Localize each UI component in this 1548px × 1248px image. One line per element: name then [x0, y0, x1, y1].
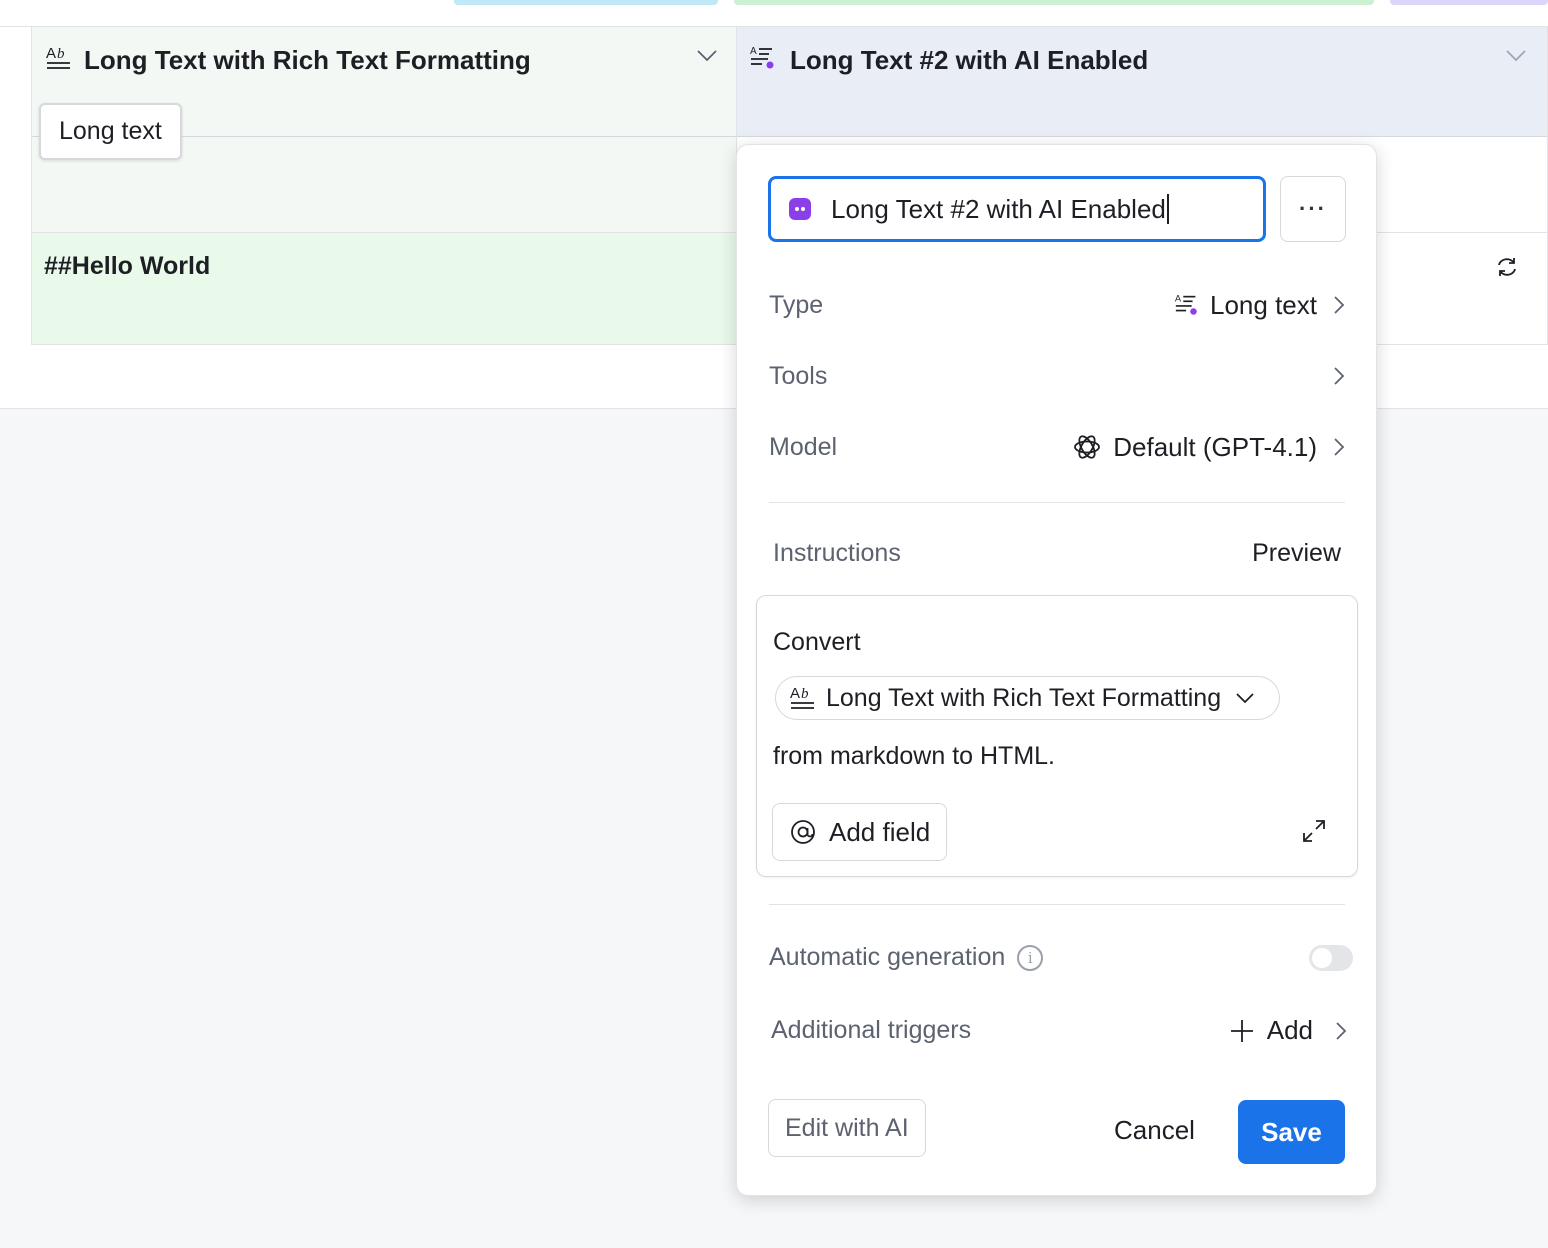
- svg-text:b: b: [57, 46, 65, 62]
- model-label: Model: [769, 432, 838, 461]
- automatic-generation-toggle[interactable]: [1309, 944, 1353, 971]
- svg-text:A: A: [1175, 293, 1182, 303]
- chevron-down-icon[interactable]: [696, 49, 718, 63]
- color-strip-2: [734, 0, 1374, 5]
- rich-text-icon: A b: [46, 45, 70, 69]
- plus-icon: [1230, 1019, 1253, 1042]
- ai-badge-icon: [789, 198, 811, 220]
- ai-long-text-icon: A: [1175, 293, 1197, 315]
- chevron-down-icon: [1236, 693, 1254, 704]
- model-row[interactable]: Model Default (GPT-4.1): [769, 427, 1345, 467]
- additional-triggers-label: Additional triggers: [771, 1016, 972, 1044]
- rich-text-icon: A b: [790, 685, 814, 709]
- field-reference-chip[interactable]: A b Long Text with Rich Text Formatting: [775, 676, 1281, 720]
- tools-label: Tools: [769, 361, 828, 390]
- add-field-button[interactable]: Add field: [772, 803, 948, 861]
- preview-link[interactable]: Preview: [1252, 539, 1341, 568]
- save-button[interactable]: Save: [1238, 1100, 1345, 1164]
- field-name-input[interactable]: Long Text #2 with AI Enabled: [768, 176, 1266, 242]
- table-cell[interactable]: ##Hello World: [32, 233, 737, 345]
- chip-label: Long Text with Rich Text Formatting: [826, 683, 1222, 712]
- additional-triggers-row[interactable]: Additional triggers Add: [771, 1015, 1347, 1046]
- automatic-generation-row: Automatic generation i: [769, 943, 1353, 972]
- svg-text:A: A: [790, 685, 800, 702]
- text-caret: [1166, 194, 1169, 224]
- automatic-generation-label: Automatic generation: [769, 943, 1006, 971]
- chevron-right-icon: [1334, 367, 1345, 385]
- add-trigger-button[interactable]: Add: [1229, 1015, 1313, 1046]
- type-value: Long text: [1210, 289, 1317, 320]
- cancel-button[interactable]: Cancel: [1114, 1115, 1195, 1146]
- field-name-value: Long Text #2 with AI Enabled: [831, 193, 1166, 224]
- chevron-right-icon: [1334, 296, 1345, 314]
- color-strip-3: [1390, 0, 1548, 5]
- instructions-label: Instructions: [773, 539, 901, 567]
- svg-text:b: b: [801, 686, 809, 702]
- add-field-label: Add field: [829, 816, 931, 847]
- cell-text: ##Hello World: [44, 252, 211, 280]
- at-icon: [791, 820, 815, 844]
- chevron-right-icon: [1334, 438, 1345, 456]
- more-options-button[interactable]: ···: [1280, 176, 1346, 242]
- column-header-ai-text[interactable]: A Long Text #2 with AI Enabled: [737, 27, 1548, 137]
- chevron-down-icon[interactable]: [1505, 49, 1527, 63]
- ai-long-text-icon: A: [750, 46, 774, 69]
- svg-text:A: A: [750, 46, 757, 57]
- tools-row[interactable]: Tools: [769, 356, 1345, 396]
- instructions-text: Convert: [773, 628, 861, 656]
- expand-icon[interactable]: [1301, 818, 1327, 844]
- model-value: Default (GPT-4.1): [1113, 431, 1317, 462]
- svg-text:A: A: [46, 45, 56, 62]
- instructions-text: from markdown to HTML.: [773, 742, 1056, 770]
- instructions-editor[interactable]: Convert A b Long Text with Rich Text For…: [756, 595, 1358, 877]
- edit-with-ai-button[interactable]: Edit with AI: [768, 1099, 926, 1157]
- field-type-tooltip: Long text: [39, 103, 182, 160]
- field-editor-popover: Long Text #2 with AI Enabled ··· Type A …: [736, 144, 1377, 1196]
- add-trigger-label: Add: [1266, 1015, 1313, 1045]
- column-title: Long Text #2 with AI Enabled: [790, 45, 1149, 75]
- info-icon[interactable]: i: [1017, 944, 1044, 971]
- color-strip-1: [454, 0, 718, 5]
- row-number-column: [0, 27, 32, 345]
- openai-icon: [1074, 435, 1101, 459]
- refresh-icon[interactable]: [1495, 255, 1519, 279]
- type-label: Type: [769, 290, 824, 319]
- divider: [769, 502, 1345, 503]
- chevron-right-icon: [1336, 1021, 1347, 1040]
- divider: [769, 904, 1345, 905]
- column-title: Long Text with Rich Text Formatting: [84, 45, 531, 75]
- instructions-header: Instructions Preview: [773, 539, 1341, 568]
- type-row[interactable]: Type A Long text: [769, 285, 1345, 325]
